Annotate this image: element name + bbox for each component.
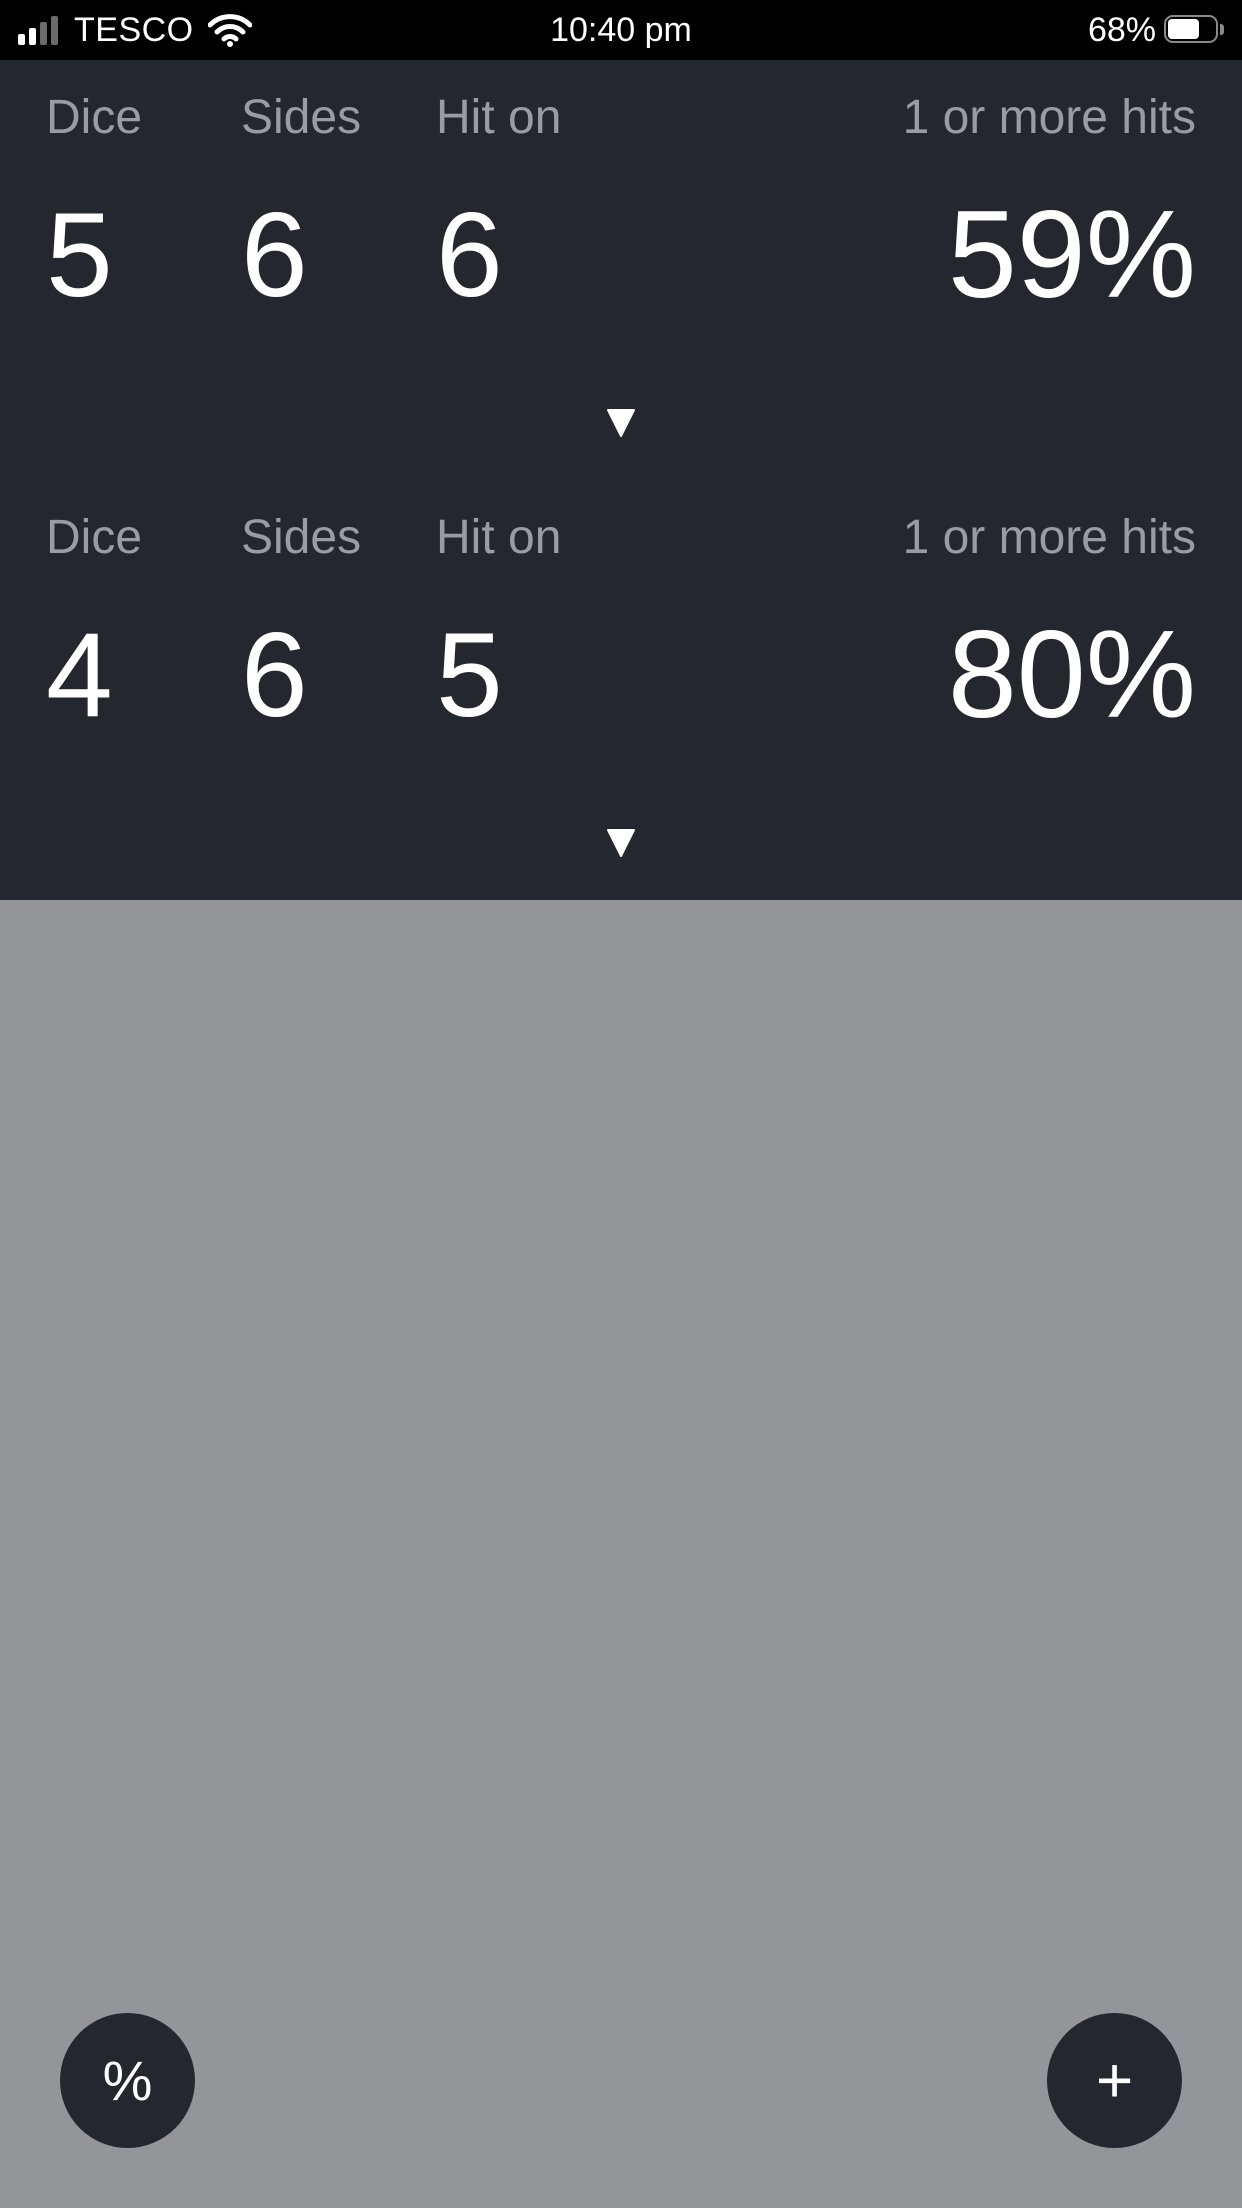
hit-on-label: Hit on [436,91,562,144]
result-label: 1 or more hits [902,91,1196,144]
expand-arrow-icon[interactable] [606,828,636,858]
status-right: 68% [1088,0,1226,60]
hit-on-value[interactable]: 5 [436,610,503,740]
expand-arrow-icon[interactable] [606,408,636,438]
sides-value[interactable]: 6 [241,190,308,320]
hit-on-label: Hit on [436,511,562,564]
dice-row: Dice Sides Hit on 1 or more hits 5 6 6 5… [0,60,1242,480]
status-bar: TESCO 10:40 pm 68% [0,0,1242,60]
result-probability: 80% [947,606,1196,744]
dice-row: Dice Sides Hit on 1 or more hits 4 6 5 8… [0,480,1242,900]
dice-label: Dice [46,91,143,144]
result-probability: 59% [947,186,1196,324]
battery-percentage: 68% [1087,10,1156,49]
result-label: 1 or more hits [902,511,1196,564]
dice-value[interactable]: 5 [46,190,113,320]
hit-on-value[interactable]: 6 [436,190,503,320]
dice-label: Dice [46,511,143,564]
dice-value[interactable]: 4 [46,610,113,740]
calculator-panel: Dice Sides Hit on 1 or more hits 5 6 6 5… [0,60,1242,900]
status-time: 10:40 pm [550,11,692,49]
add-row-button[interactable]: + [1047,2013,1182,2148]
battery-icon [1164,15,1226,45]
sides-label: Sides [241,91,362,144]
sides-value[interactable]: 6 [241,610,308,740]
percent-button[interactable]: % [60,2013,195,2148]
sides-label: Sides [241,511,362,564]
